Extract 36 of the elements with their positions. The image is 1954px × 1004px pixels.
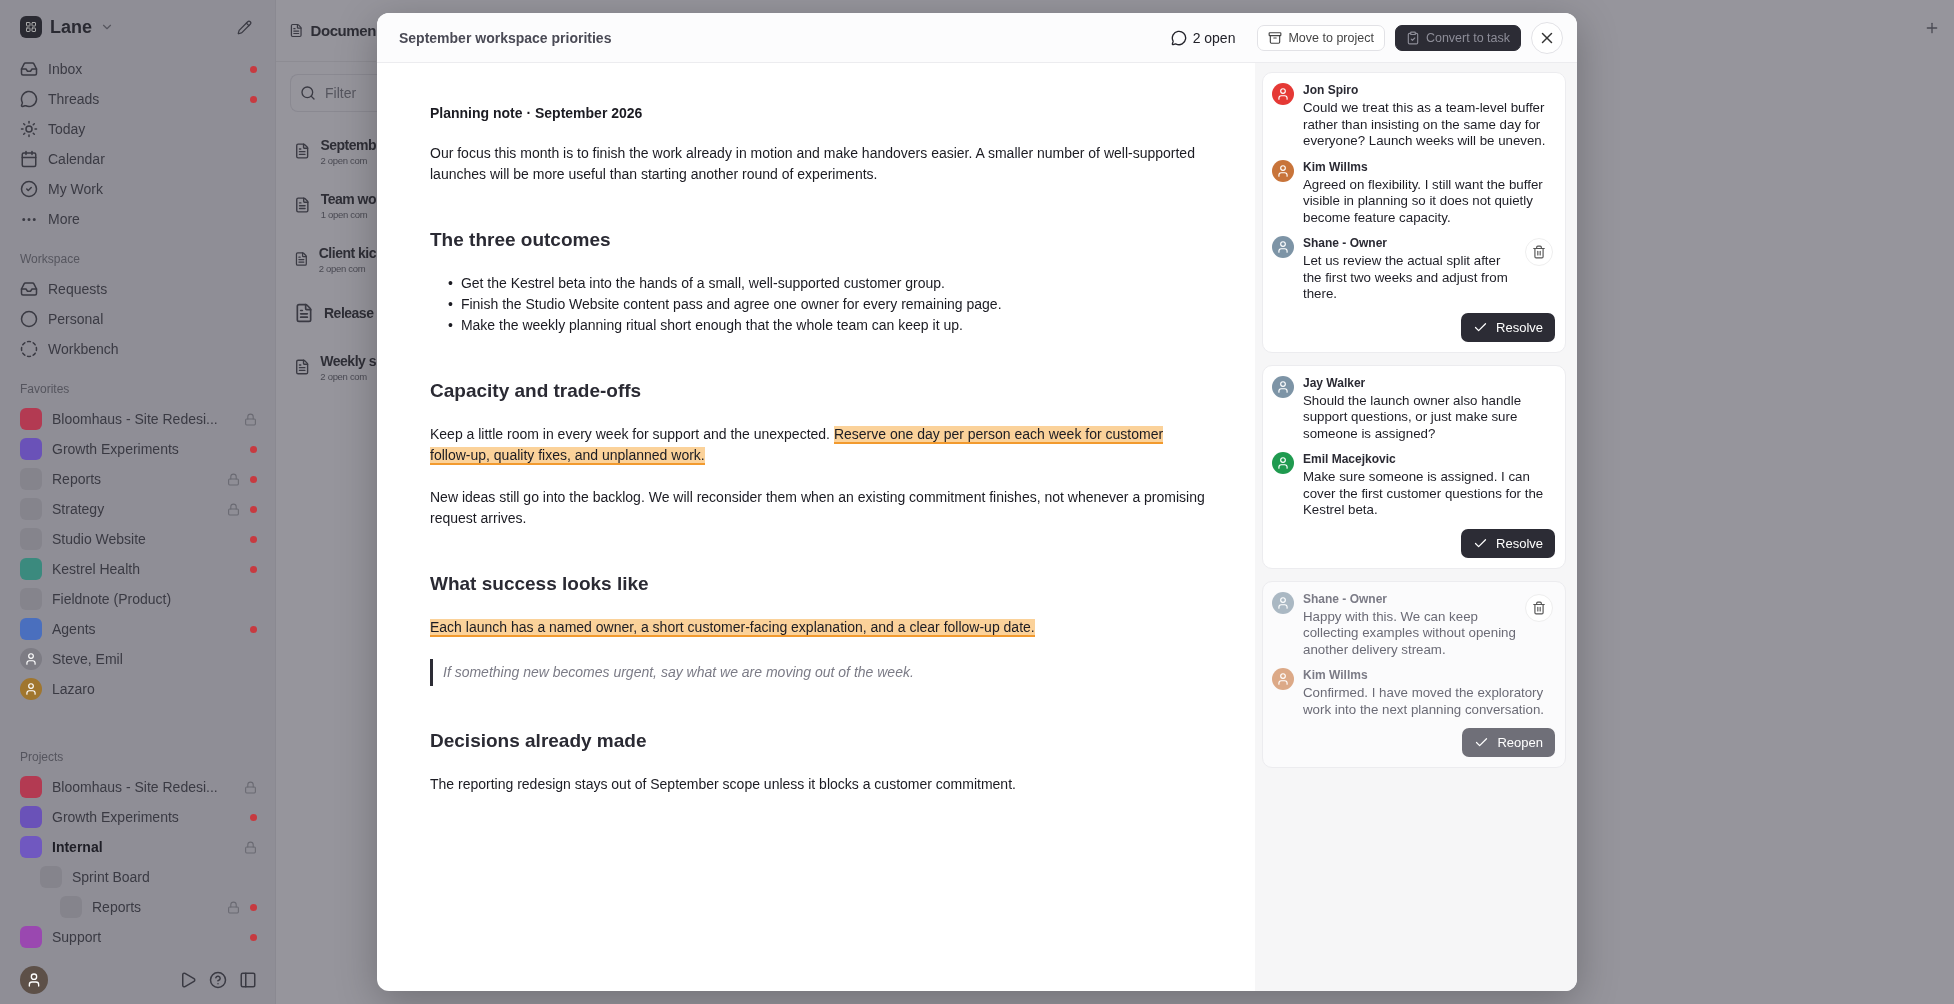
comment-author: Shane - Owner (1303, 236, 1389, 250)
comment-author: Jon Spiro (1303, 83, 1360, 97)
comment-text: Confirmed. I have moved the exploratory work into the next planning conversation. (1303, 685, 1545, 718)
list-item: Get the Kestrel beta into the hands of a small, well-supported customer group. (460, 274, 945, 293)
block-quote: If something new becomes urgent, say what we are moving out of the week. (430, 659, 1205, 686)
section-heading: Capacity and trade-offs (430, 380, 643, 402)
paragraph: The reporting redesign stays out of September scope unless it blocks a customer commitment. (430, 775, 1017, 794)
bullet-marker: • (448, 295, 453, 314)
comment-text: Could we treat this as a team-level buffer rather than insisting on the same day for everyone? Launch weeks will be uneven. (1303, 100, 1547, 150)
dialog-title: September workspace priorities (399, 29, 613, 46)
paragraph: New ideas still go into the backlog. We will reconsider them when an existing commitment finishes, not whenever a promising request arrives. (430, 488, 1205, 528)
comment-text: Make sure someone is assigned. I can cover the first customer questions for the Kestrel beta. (1303, 469, 1545, 519)
comment-author: Kim Willms (1303, 159, 1369, 174)
comment-author: Emil Macejkovic (1303, 452, 1397, 466)
comment-text: Let us review the actual split after the first two weeks and adjust from there. (1303, 253, 1509, 303)
comment-text: Should the launch owner also handle support questions, or just make sure someone is assigned? (1303, 392, 1523, 442)
section-title: Workspace (20, 252, 81, 266)
bullet-marker: • (448, 274, 453, 293)
section-heading: The three outcomes (430, 229, 612, 251)
comment-author: Jay Walker (1303, 375, 1367, 390)
comment-author: Kim Willms (1303, 668, 1369, 682)
comment-text: Happy with this. We can keep collecting examples without opening another delivery stream. (1303, 608, 1517, 658)
bullet-marker: • (448, 316, 453, 335)
note-label: Planning note · September 2026 (430, 105, 644, 121)
comment-text: Agreed on flexibility. I still want the buffer visible in planning so it does not quietly become feature capacity. (1303, 176, 1544, 226)
paragraph: Our focus this month is to finish the work already in motion and make handovers easier. A smaller number of well-supported launches will be more useful than starting another round of experiments. (430, 144, 1196, 184)
section-title: Favorites (20, 382, 71, 396)
list-item: Finish the Studio Website content pass and agree one owner for every remaining page. (460, 295, 1002, 314)
list-item: Make the weekly planning ritual short enough that the whole team can keep it up. (460, 316, 963, 335)
comment-author: Shane - Owner (1303, 591, 1389, 606)
paragraph: Keep a little room in every week for support and the unexpected. Reserve one day per person each week for customer follow-up, quality fixes, and unplanned work. (430, 425, 1165, 466)
page-title: Documen (310, 22, 376, 39)
section-heading: Decisions already made (430, 730, 648, 752)
section-title: Projects (20, 750, 65, 764)
paragraph: Each launch has a named owner, a short customer-facing explanation, and a clear follow-up date. (430, 618, 1036, 638)
section-heading: What success looks like (430, 573, 650, 595)
